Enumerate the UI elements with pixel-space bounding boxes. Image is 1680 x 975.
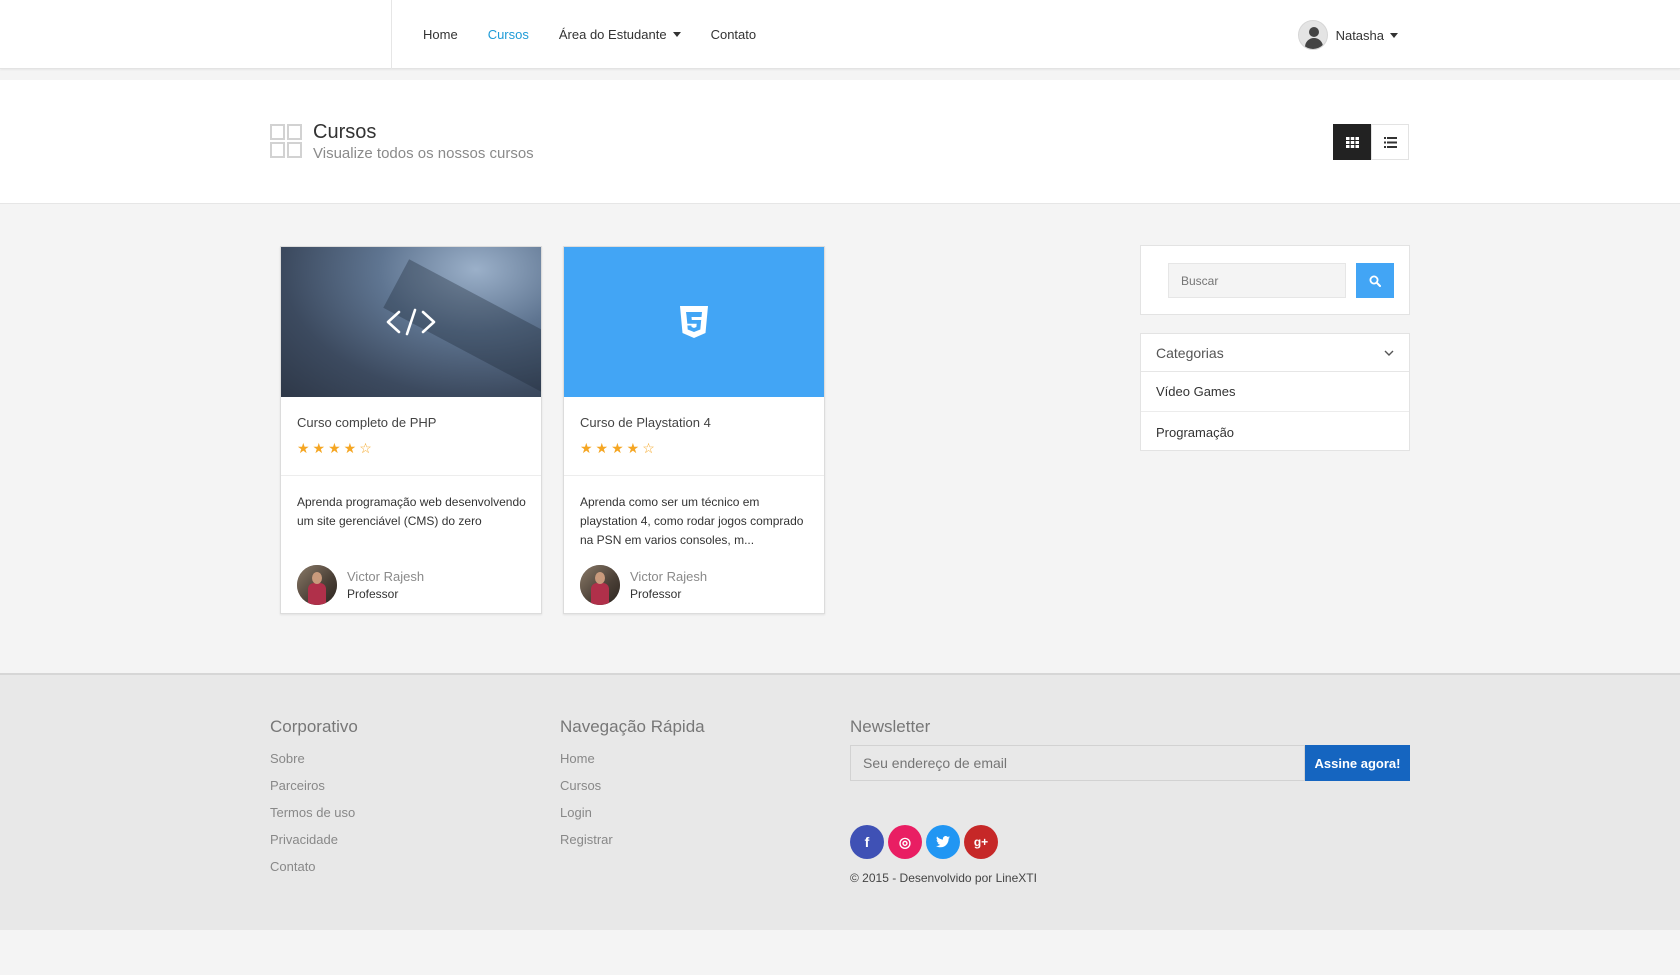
category-item-programacao[interactable]: Programação xyxy=(1141,412,1409,452)
code-icon xyxy=(386,308,436,336)
top-navbar: Home Cursos Área do Estudante Contato Na… xyxy=(0,0,1680,69)
footer: Corporativo Sobre Parceiros Termos de us… xyxy=(0,673,1680,930)
divider xyxy=(564,475,824,476)
google-plus-icon[interactable]: g+ xyxy=(964,825,998,859)
grid-icon xyxy=(270,124,303,160)
nav-home[interactable]: Home xyxy=(408,27,473,42)
grid-view-button[interactable] xyxy=(1333,124,1371,160)
footer-col-navegacao: Navegação Rápida Home Cursos Login Regis… xyxy=(560,717,705,853)
search-icon xyxy=(1369,275,1381,287)
footer-heading: Navegação Rápida xyxy=(560,717,705,736)
categories-label: Categorias xyxy=(1156,344,1224,361)
search-input[interactable] xyxy=(1168,263,1346,298)
twitter-icon[interactable] xyxy=(926,825,960,859)
course-author: Victor Rajesh Professor xyxy=(297,565,424,605)
grid-view-icon xyxy=(1345,136,1359,148)
view-toggle xyxy=(1333,124,1409,160)
css3-icon xyxy=(680,306,708,338)
categories-panel: Categorias Vídeo Games Programação xyxy=(1140,333,1410,451)
footer-link-sobre[interactable]: Sobre xyxy=(270,745,358,772)
author-avatar xyxy=(297,565,337,605)
footer-link-home[interactable]: Home xyxy=(560,745,705,772)
page-header: Cursos Visualize todos os nossos cursos xyxy=(0,80,1680,204)
footer-col-newsletter: Newsletter xyxy=(850,717,930,745)
course-description: Aprenda como ser um técnico em playstati… xyxy=(580,495,804,547)
course-thumbnail xyxy=(281,247,541,397)
footer-heading: Corporativo xyxy=(270,717,358,736)
author-name: Victor Rajesh xyxy=(630,569,708,584)
nav-cursos[interactable]: Cursos xyxy=(473,27,544,42)
search-panel xyxy=(1140,245,1410,315)
nav-contato[interactable]: Contato xyxy=(696,27,772,42)
nav-area-estudante[interactable]: Área do Estudante xyxy=(544,27,696,42)
main-nav: Home Cursos Área do Estudante Contato xyxy=(408,0,771,69)
footer-link-login[interactable]: Login xyxy=(560,799,705,826)
footer-col-corporativo: Corporativo Sobre Parceiros Termos de us… xyxy=(270,717,358,880)
footer-link-privacidade[interactable]: Privacidade xyxy=(270,826,358,853)
category-item-video-games[interactable]: Vídeo Games xyxy=(1141,372,1409,412)
star-rating-icon: ★★★★☆ xyxy=(580,440,658,456)
author-role: Professor xyxy=(347,587,399,601)
star-rating-icon: ★★★★☆ xyxy=(297,440,375,456)
course-author: Victor Rajesh Professor xyxy=(580,565,707,605)
user-avatar-icon xyxy=(1297,20,1328,50)
course-title: Curso de Playstation 4 xyxy=(580,415,711,430)
twitter-bird-icon xyxy=(936,836,950,848)
user-menu[interactable]: Natasha xyxy=(1297,19,1398,51)
facebook-icon[interactable]: f xyxy=(850,825,884,859)
brand-area xyxy=(0,0,392,69)
bottom-strip xyxy=(0,930,1680,975)
search-button[interactable] xyxy=(1356,263,1394,298)
page-title: Cursos xyxy=(313,121,377,143)
categories-toggle[interactable]: Categorias xyxy=(1141,334,1409,372)
footer-link-parceiros[interactable]: Parceiros xyxy=(270,772,358,799)
author-role: Professor xyxy=(630,587,682,601)
course-description: Aprenda programação web desenvolvendo um… xyxy=(297,495,526,528)
footer-link-contato[interactable]: Contato xyxy=(270,853,358,880)
list-view-button[interactable] xyxy=(1371,124,1409,160)
list-view-icon xyxy=(1383,136,1397,148)
caret-down-icon xyxy=(672,32,681,37)
author-name: Victor Rajesh xyxy=(347,569,425,584)
newsletter-subscribe-button[interactable]: Assine agora! xyxy=(1305,745,1410,781)
social-links: f ◎ g+ xyxy=(850,825,998,859)
author-avatar xyxy=(580,565,620,605)
footer-link-termos[interactable]: Termos de uso xyxy=(270,799,358,826)
dribbble-icon[interactable]: ◎ xyxy=(888,825,922,859)
course-title: Curso completo de PHP xyxy=(297,415,437,430)
course-card[interactable]: Curso completo de PHP ★★★★☆ Aprenda prog… xyxy=(280,246,542,614)
footer-heading: Newsletter xyxy=(850,717,931,736)
course-card[interactable]: Curso de Playstation 4 ★★★★☆ Aprenda com… xyxy=(563,246,825,614)
page-subtitle: Visualize todos os nossos cursos xyxy=(313,145,534,162)
divider xyxy=(281,475,541,476)
caret-down-icon xyxy=(1390,32,1398,38)
footer-link-cursos[interactable]: Cursos xyxy=(560,772,705,799)
footer-link-registrar[interactable]: Registrar xyxy=(560,826,705,853)
course-thumbnail xyxy=(564,247,824,397)
chevron-down-icon xyxy=(1384,350,1394,356)
user-name: Natasha xyxy=(1335,27,1384,43)
copyright: © 2015 - Desenvolvido por LineXTI xyxy=(850,871,1037,885)
nav-area-estudante-label: Área do Estudante xyxy=(558,27,667,42)
newsletter-email-input[interactable] xyxy=(850,745,1305,781)
